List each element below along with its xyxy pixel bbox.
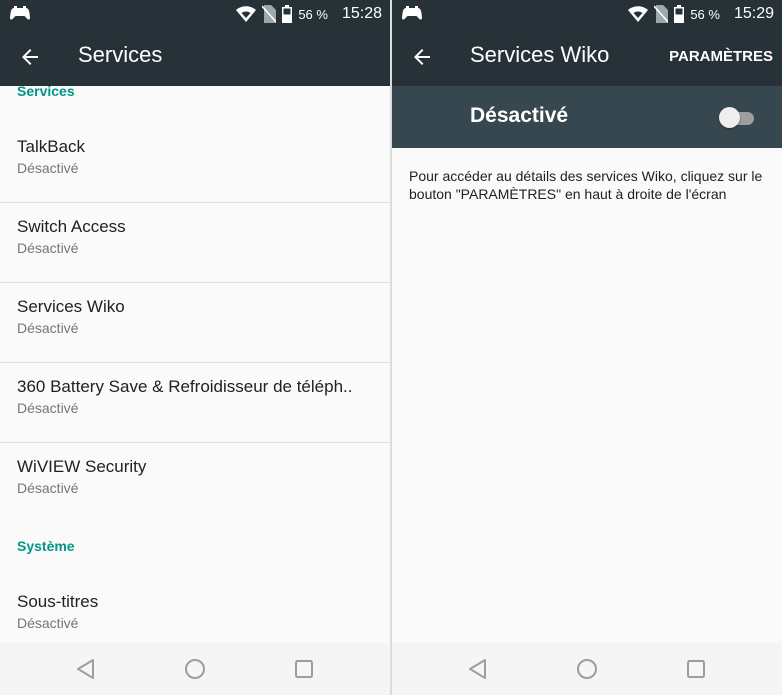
item-subtitle: Désactivé [17, 400, 79, 416]
item-subtitle: Désactivé [17, 615, 79, 631]
battery-percentage: 56 % [690, 6, 720, 22]
item-title: TalkBack [17, 137, 86, 156]
screen-services-list: 56 % 15:28 Services Services TalkBack Dé… [0, 0, 390, 695]
item-title: Switch Access [17, 217, 126, 236]
battery-icon [674, 5, 685, 23]
item-title: 360 Battery Save & Refroidisseur de télé… [17, 377, 353, 396]
item-title: Sous-titres [17, 592, 99, 611]
nav-recents-icon[interactable] [293, 658, 315, 680]
nav-home-icon[interactable] [576, 658, 598, 680]
no-sim-icon [262, 5, 277, 23]
switch-label: Désactivé [470, 104, 569, 127]
services-list: Services TalkBack Désactivé Switch Acces… [0, 86, 390, 643]
nav-recents-icon[interactable] [685, 658, 707, 680]
list-item-360-battery-save[interactable]: 360 Battery Save & Refroidisseur de télé… [0, 363, 390, 443]
item-subtitle: Désactivé [17, 160, 79, 176]
item-title: Services Wiko [17, 297, 125, 316]
app-bar: Services [0, 28, 390, 86]
navigation-bar [392, 643, 782, 695]
description-text: Pour accéder au détails des services Wik… [409, 168, 763, 202]
back-arrow-icon[interactable] [18, 45, 42, 69]
list-item-services-wiko[interactable]: Services Wiko Désactivé [0, 283, 390, 363]
game-controller-icon [10, 6, 30, 20]
no-sim-icon [654, 5, 669, 23]
list-item-wiview-security[interactable]: WiVIEW Security Désactivé [0, 443, 390, 523]
back-arrow-icon[interactable] [410, 45, 434, 69]
nav-back-icon[interactable] [467, 658, 489, 680]
list-item-talkback[interactable]: TalkBack Désactivé [0, 123, 390, 203]
item-subtitle: Désactivé [17, 480, 79, 496]
nav-back-icon[interactable] [75, 658, 97, 680]
wifi-icon [236, 6, 257, 22]
page-title: Services Wiko [470, 42, 610, 67]
clock: 15:28 [341, 5, 382, 22]
page-title: Services [78, 42, 163, 67]
app-bar: Services Wiko PARAMÈTRES [392, 28, 782, 86]
wifi-icon [628, 6, 649, 22]
status-bar: 56 % 15:29 [392, 0, 782, 28]
clock: 15:29 [733, 5, 774, 22]
battery-icon [282, 5, 293, 23]
toggle-switch-thumb[interactable] [719, 107, 740, 128]
section-header-systeme: Système [17, 538, 75, 554]
item-subtitle: Désactivé [17, 320, 79, 336]
status-bar: 56 % 15:28 [0, 0, 390, 28]
parametres-button[interactable]: PARAMÈTRES [669, 48, 773, 65]
list-item-sous-titres[interactable]: Sous-titres Désactivé [0, 578, 390, 643]
battery-percentage: 56 % [298, 6, 328, 22]
screen-services-wiko: 56 % 15:29 Services Wiko PARAMÈTRES Désa… [392, 0, 782, 695]
master-switch-bar[interactable]: Désactivé [392, 86, 782, 148]
navigation-bar [0, 643, 390, 695]
section-header-services: Services [17, 86, 75, 99]
list-item-switch-access[interactable]: Switch Access Désactivé [0, 203, 390, 283]
game-controller-icon [402, 6, 422, 20]
item-subtitle: Désactivé [17, 240, 79, 256]
item-title: WiVIEW Security [17, 457, 147, 476]
nav-home-icon[interactable] [184, 658, 206, 680]
